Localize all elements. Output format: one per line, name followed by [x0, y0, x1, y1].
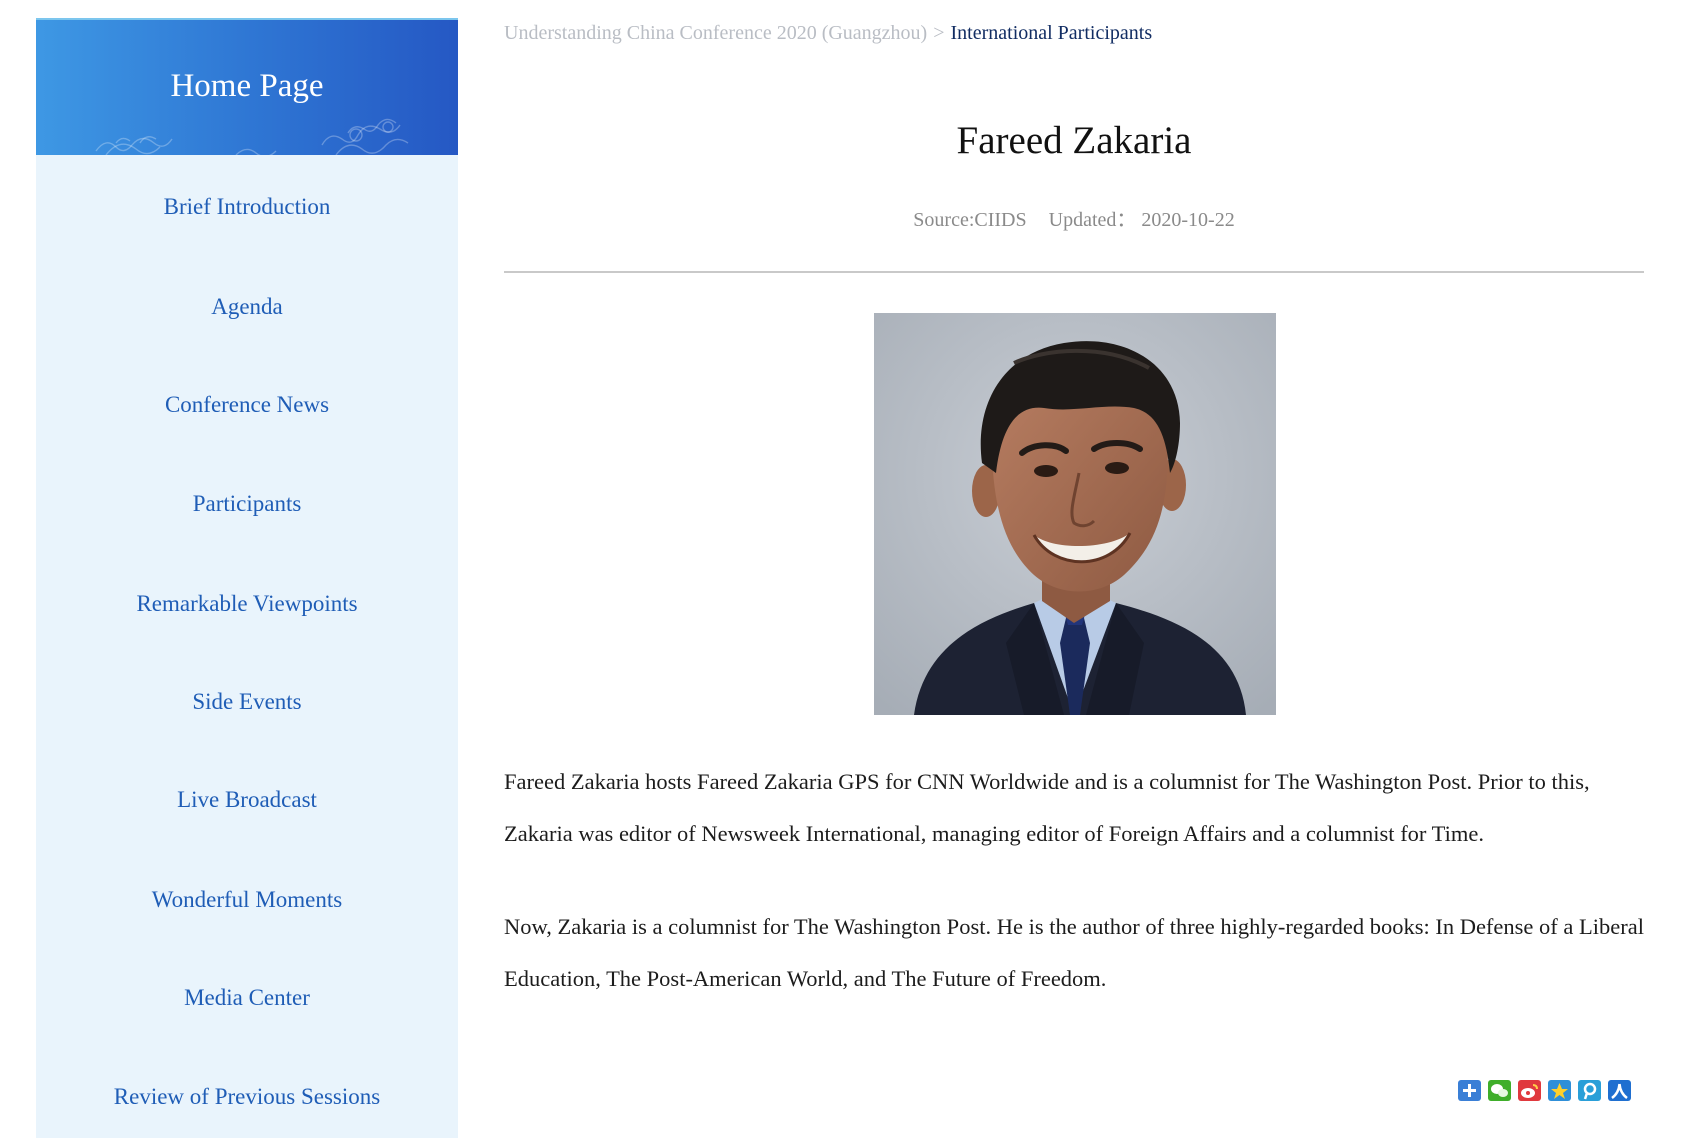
sidebar-item-remarkable-viewpoints[interactable]: Remarkable Viewpoints [36, 589, 458, 619]
renren-icon[interactable] [1608, 1080, 1631, 1101]
wechat-icon[interactable] [1488, 1080, 1511, 1101]
sidebar-item-conference-news[interactable]: Conference News [36, 390, 458, 420]
sidebar-item-review-of-previous-sessions[interactable]: Review of Previous Sessions [36, 1082, 458, 1112]
sidebar-item-brief-introduction[interactable]: Brief Introduction [36, 192, 458, 222]
sidebar-item-media-center[interactable]: Media Center [36, 983, 458, 1013]
home-page-label: Home Page [170, 68, 324, 104]
share-toolbar [1458, 1080, 1638, 1104]
article-updated: Updated： 2020-10-22 [1048, 209, 1235, 231]
sidebar-item-side-events[interactable]: Side Events [36, 687, 458, 717]
article-source: Source:CIIDS [913, 209, 1027, 231]
sidebar-item-participants[interactable]: Participants [36, 489, 458, 519]
breadcrumb-separator-icon: > [933, 22, 945, 44]
weibo-icon[interactable] [1518, 1080, 1541, 1101]
article-paragraph: Now, Zakaria is a columnist for The Wash… [504, 914, 1644, 991]
home-page-button[interactable]: Home Page [36, 18, 458, 155]
qzone-icon[interactable] [1548, 1080, 1571, 1101]
portrait-photo [874, 313, 1276, 715]
sidebar-item-wonderful-moments[interactable]: Wonderful Moments [36, 885, 458, 915]
tencent-weibo-icon[interactable] [1578, 1080, 1601, 1101]
article-paragraph: Fareed Zakaria hosts Fareed Zakaria GPS … [504, 769, 1590, 846]
plus-icon[interactable] [1458, 1080, 1481, 1101]
sidebar: Home Page Brief Introduction Agenda Conf… [36, 18, 458, 1138]
article-title: Fareed Zakaria [956, 119, 1192, 162]
article-meta: Source:CIIDS Updated： 2020-10-22 [504, 205, 1644, 235]
breadcrumb: Understanding China Conference 2020 (Gua… [504, 18, 1152, 48]
sidebar-item-agenda[interactable]: Agenda [36, 292, 458, 322]
header-divider [504, 271, 1644, 273]
sidebar-item-live-broadcast[interactable]: Live Broadcast [36, 785, 458, 815]
breadcrumb-parent-link[interactable]: Understanding China Conference 2020 (Gua… [504, 22, 927, 44]
breadcrumb-current-link[interactable]: International Participants [951, 22, 1153, 44]
